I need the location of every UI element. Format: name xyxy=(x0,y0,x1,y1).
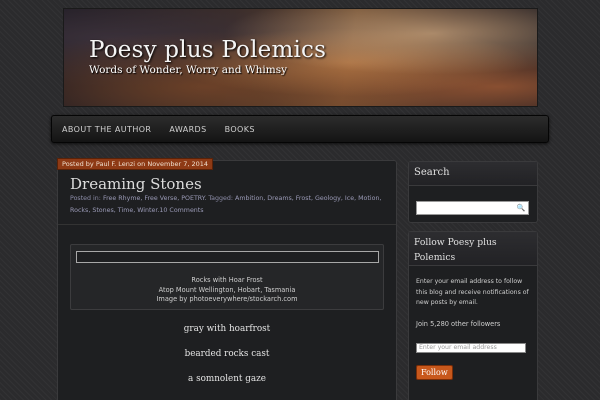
post-taxonomy: Posted in: Free Rhyme, Free Verse, POETR… xyxy=(70,193,390,217)
search-icon[interactable]: 🔍 xyxy=(516,203,526,213)
caption-line: Rocks with Hoar Frost xyxy=(191,276,263,284)
search-input[interactable]: 🔍 xyxy=(416,201,529,215)
main-navigation: ABOUT THE AUTHOR AWARDS BOOKS xyxy=(51,115,549,143)
email-field[interactable]: Enter your email address xyxy=(416,343,526,353)
nav-item-about-the-author[interactable]: ABOUT THE AUTHOR xyxy=(52,125,160,134)
figure-image[interactable] xyxy=(76,251,379,263)
post-title[interactable]: Dreaming Stones xyxy=(70,175,202,193)
nav-item-awards[interactable]: AWARDS xyxy=(160,125,215,134)
caption-line: Image by photoeverywhere/stockarch.com xyxy=(156,295,298,303)
poem-line: gray with hoarfrost xyxy=(183,324,271,334)
poem-line: a somnolent gaze xyxy=(188,374,266,384)
site-tagline: Words of Wonder, Worry and Whimsy xyxy=(89,64,288,76)
follow-button[interactable]: Follow xyxy=(416,365,453,380)
tagged-label: Tagged: xyxy=(208,195,234,202)
nav-item-books[interactable]: BOOKS xyxy=(216,125,264,134)
site-header: Poesy plus Polemics Words of Wonder, Wor… xyxy=(63,8,538,107)
post-divider xyxy=(58,224,396,225)
search-widget-title: Search xyxy=(409,162,537,186)
follow-widget: Follow Poesy plus Polemics Enter your em… xyxy=(408,231,538,400)
caption-line: Atop Mount Wellington, Hobart, Tasmania xyxy=(158,285,296,294)
site-title[interactable]: Poesy plus Polemics xyxy=(89,37,326,63)
follow-widget-title: Follow Poesy plus Polemics xyxy=(409,232,537,266)
posted-in-label: Posted in: xyxy=(70,195,101,202)
search-widget: Search 🔍 xyxy=(408,161,538,223)
comments-link[interactable]: 10 Comments xyxy=(159,207,203,214)
follow-description: Enter your email address to follow this … xyxy=(416,278,529,306)
post-meta[interactable]: Posted by Paul F. Lenzi on November 7, 2… xyxy=(57,158,214,170)
post-categories[interactable]: Free Rhyme, Free Verse, POETRY. xyxy=(103,195,206,202)
figure-caption: Rocks with Hoar Frost Atop Mount Welling… xyxy=(70,276,384,305)
follower-count: Join 5,280 other followers xyxy=(416,320,501,328)
poem-line: bearded rocks cast xyxy=(184,349,270,359)
